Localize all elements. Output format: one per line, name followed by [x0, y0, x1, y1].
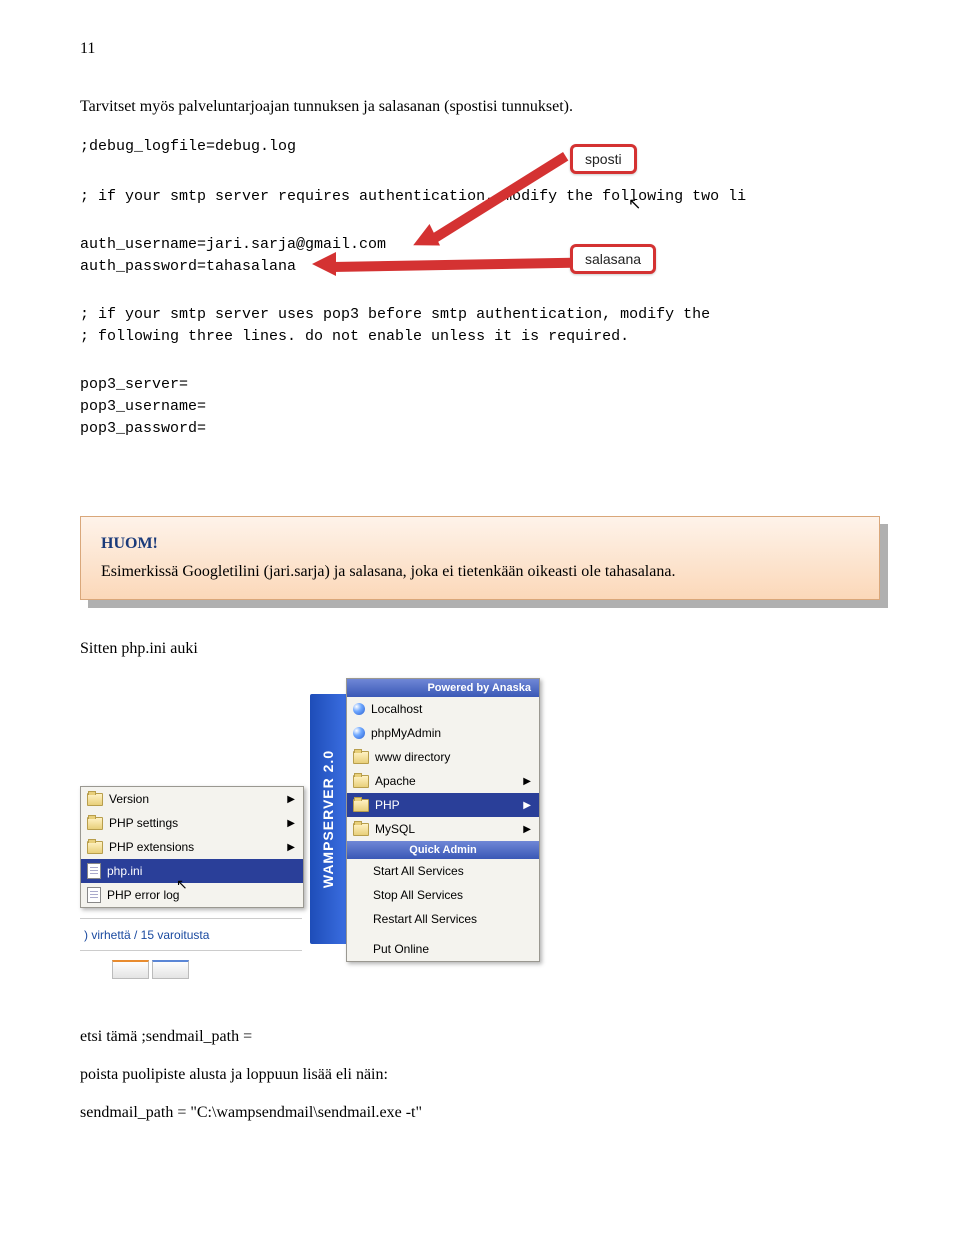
arrow-sposti-head [408, 224, 440, 256]
document-icon [87, 863, 101, 879]
submenu-version[interactable]: Version ▶ [81, 787, 303, 811]
wamp-menu-screenshot: Version ▶ PHP settings ▶ PHP extensions … [80, 678, 540, 988]
chevron-right-icon: ▶ [523, 824, 531, 835]
code-line-pop3-comment2: ; following three lines. do not enable u… [80, 326, 629, 349]
chevron-right-icon: ▶ [287, 842, 295, 853]
menu-label: Restart All Services [373, 912, 477, 926]
menu-label: Start All Services [373, 864, 464, 878]
note-text: Esimerkissä Googletilini (jari.sarja) ja… [101, 563, 859, 581]
submenu-label: PHP extensions [109, 840, 194, 854]
menu-stop-services[interactable]: Stop All Services [347, 883, 539, 907]
wampserver-banner: WAMPSERVER 2.0 [310, 694, 346, 944]
chevron-right-icon: ▶ [523, 800, 531, 811]
folder-icon [87, 817, 103, 830]
outro-line-1: etsi tämä ;sendmail_path = [80, 1028, 880, 1046]
arrow-salasana-line [332, 258, 572, 272]
wamp-main-menu: Powered by Anaska Localhost phpMyAdmin w… [346, 678, 540, 962]
outro-line-2: poista puolipiste alusta ja loppuun lisä… [80, 1066, 880, 1084]
callout-sposti: sposti [570, 144, 637, 174]
code-line-debug: ;debug_logfile=debug.log [80, 136, 296, 159]
code-line-auth-pass: auth_password=tahasalana [80, 256, 296, 279]
submenu-errorlog[interactable]: PHP error log [81, 883, 303, 907]
submenu-php-ini[interactable]: php.ini [81, 859, 303, 883]
folder-icon [353, 775, 369, 788]
submenu-label: PHP settings [109, 816, 178, 830]
mouse-cursor-icon: ↖ [628, 194, 641, 214]
folder-icon [353, 751, 369, 764]
code-line-pop3-user: pop3_username= [80, 396, 206, 419]
code-line-pop3-comment1: ; if your smtp server uses pop3 before s… [80, 304, 710, 327]
globe-icon [353, 703, 365, 715]
menu-label: www directory [375, 750, 450, 764]
menu-apache[interactable]: Apache ▶ [347, 769, 539, 793]
intro-text: Tarvitset myös palveluntarjoajan tunnuks… [80, 98, 880, 116]
menu-phpmyadmin[interactable]: phpMyAdmin [347, 721, 539, 745]
taskbar-tab[interactable] [112, 960, 149, 979]
sitten-text: Sitten php.ini auki [80, 640, 880, 658]
globe-icon [353, 727, 365, 739]
submenu-extensions[interactable]: PHP extensions ▶ [81, 835, 303, 859]
folder-icon [87, 841, 103, 854]
menu-localhost[interactable]: Localhost [347, 697, 539, 721]
chevron-right-icon: ▶ [287, 794, 295, 805]
taskbar-tab[interactable] [152, 960, 189, 979]
code-line-pop3-pass: pop3_password= [80, 418, 206, 441]
chevron-right-icon: ▶ [287, 818, 295, 829]
menu-php[interactable]: PHP ▶ [347, 793, 539, 817]
menu-label: Apache [375, 774, 416, 788]
arrow-salasana-head [312, 252, 336, 276]
code-line-smtp-comment: ; if your smtp server requires authentic… [80, 186, 746, 209]
menu-label: Put Online [373, 942, 429, 956]
code-line-auth-user: auth_username=jari.sarja@gmail.com [80, 234, 386, 257]
menu-label: MySQL [375, 822, 415, 836]
menu-section-quickadmin: Quick Admin [347, 841, 539, 859]
outro-line-3: sendmail_path = "C:\wampsendmail\sendmai… [80, 1104, 880, 1122]
code-line-pop3-server: pop3_server= [80, 374, 188, 397]
menu-wwwdir[interactable]: www directory [347, 745, 539, 769]
submenu-label: PHP error log [107, 888, 179, 902]
wampserver-banner-text: WAMPSERVER 2.0 [320, 750, 336, 888]
chevron-right-icon: ▶ [523, 776, 531, 787]
menu-label: phpMyAdmin [371, 726, 441, 740]
folder-icon [87, 793, 103, 806]
folder-icon [353, 823, 369, 836]
callout-salasana: salasana [570, 244, 656, 274]
menu-mysql[interactable]: MySQL ▶ [347, 817, 539, 841]
menu-label: Stop All Services [373, 888, 463, 902]
php-submenu: Version ▶ PHP settings ▶ PHP extensions … [80, 786, 304, 908]
menu-start-services[interactable]: Start All Services [347, 859, 539, 883]
menu-header: Powered by Anaska [347, 679, 539, 697]
status-text: ) virhettä / 15 varoitusta [84, 928, 209, 942]
submenu-settings[interactable]: PHP settings ▶ [81, 811, 303, 835]
menu-label: Localhost [371, 702, 422, 716]
page-number: 11 [80, 40, 880, 58]
note-heading: HUOM! [101, 535, 859, 553]
menu-restart-services[interactable]: Restart All Services [347, 907, 539, 931]
document-icon [87, 887, 101, 903]
note-box: HUOM! Esimerkissä Googletilini (jari.sar… [80, 516, 880, 600]
mouse-cursor-icon: ↖ [176, 876, 188, 893]
folder-icon [353, 799, 369, 812]
submenu-label: php.ini [107, 864, 142, 878]
submenu-label: Version [109, 792, 149, 806]
menu-put-online[interactable]: Put Online [347, 937, 539, 961]
menu-label: PHP [375, 798, 400, 812]
ini-screenshot: ;debug_logfile=debug.log ; if your smtp … [80, 136, 880, 486]
